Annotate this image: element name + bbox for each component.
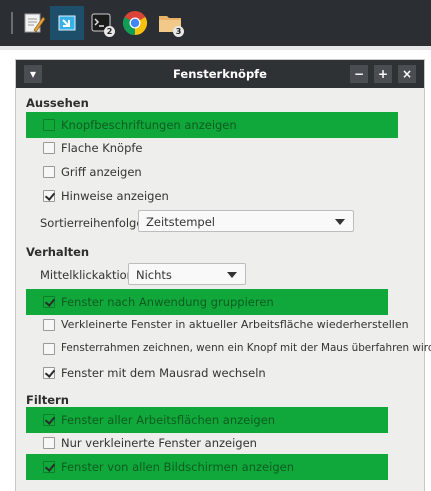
files-badge: 3 [173, 26, 184, 37]
flat-buttons-label: Flache Knöpfe [61, 141, 143, 155]
taskbar-item-window-manager[interactable] [50, 6, 84, 40]
taskbar-item-files[interactable]: 3 [153, 6, 187, 40]
section-filter: Filtern [26, 393, 69, 407]
show-tooltips-checkbox[interactable] [43, 190, 55, 202]
all-monitors-checkbox[interactable] [43, 461, 55, 473]
close-button[interactable]: × [398, 65, 416, 83]
all-workspaces-label: Fenster aller Arbeitsflächen anzeigen [61, 413, 276, 427]
middle-click-value: Nichts [136, 268, 172, 282]
show-handle-checkbox[interactable] [43, 166, 55, 178]
sort-order-value: Zeitstempel [146, 215, 216, 229]
chevron-down-icon [335, 219, 345, 225]
sort-order-label: Sortierreihenfolge: [40, 216, 148, 230]
middle-click-select[interactable]: Nichts [128, 263, 246, 285]
section-behavior: Verhalten [26, 245, 90, 259]
taskbar-separator [11, 12, 13, 34]
taskbar: 2 3 [0, 0, 431, 46]
restore-minimized-label: Verkleinerte Fenster in aktueller Arbeit… [61, 318, 409, 331]
middle-click-label: Mittelklickaktion: [40, 268, 138, 282]
terminal-badge: 2 [104, 26, 115, 37]
window-manager-icon [58, 15, 76, 31]
taskbar-item-terminal[interactable]: 2 [84, 6, 118, 40]
chrome-icon [122, 11, 148, 36]
show-labels-checkbox[interactable] [43, 119, 55, 131]
taskbar-bottom-border [0, 46, 431, 50]
all-workspaces-checkbox[interactable] [43, 414, 55, 426]
group-by-app-checkbox[interactable] [43, 296, 55, 308]
section-appearance: Aussehen [26, 96, 89, 110]
maximize-icon: + [377, 67, 389, 81]
minimize-button[interactable]: − [350, 65, 368, 83]
minimize-icon: − [353, 67, 365, 81]
group-by-app-label: Fenster nach Anwendung gruppieren [61, 295, 274, 309]
text-editor-icon [24, 13, 46, 33]
cycle-scroll-checkbox[interactable] [43, 367, 55, 379]
cycle-scroll-label: Fenster mit dem Mausrad wechseln [61, 366, 266, 380]
show-tooltips-label: Hinweise anzeigen [61, 189, 169, 203]
flat-buttons-checkbox[interactable] [43, 142, 55, 154]
maximize-button[interactable]: + [374, 65, 392, 83]
dialog-titlebar: ▾ Fensterknöpfe − + × [16, 60, 424, 88]
sort-order-select[interactable]: Zeitstempel [138, 210, 354, 232]
close-icon: × [401, 67, 413, 81]
show-handle-label: Griff anzeigen [61, 165, 142, 179]
taskbar-item-text-editor[interactable] [17, 6, 51, 40]
only-minimized-checkbox[interactable] [43, 437, 55, 449]
chevron-down-icon [227, 272, 237, 278]
show-labels-label: Knopfbeschriftungen anzeigen [61, 118, 237, 132]
window-buttons-settings-dialog: ▾ Fensterknöpfe − + × Aussehen Knopfbesc… [16, 60, 431, 491]
only-minimized-label: Nur verkleinerte Fenster anzeigen [61, 436, 257, 450]
restore-minimized-checkbox[interactable] [43, 319, 55, 331]
draw-frames-label: Fensterrahmen zeichnen, wenn ein Knopf m… [61, 342, 431, 354]
taskbar-item-chrome[interactable] [118, 6, 152, 40]
draw-frames-checkbox[interactable] [43, 343, 55, 355]
all-monitors-label: Fenster von allen Bildschirmen anzeigen [61, 460, 294, 474]
